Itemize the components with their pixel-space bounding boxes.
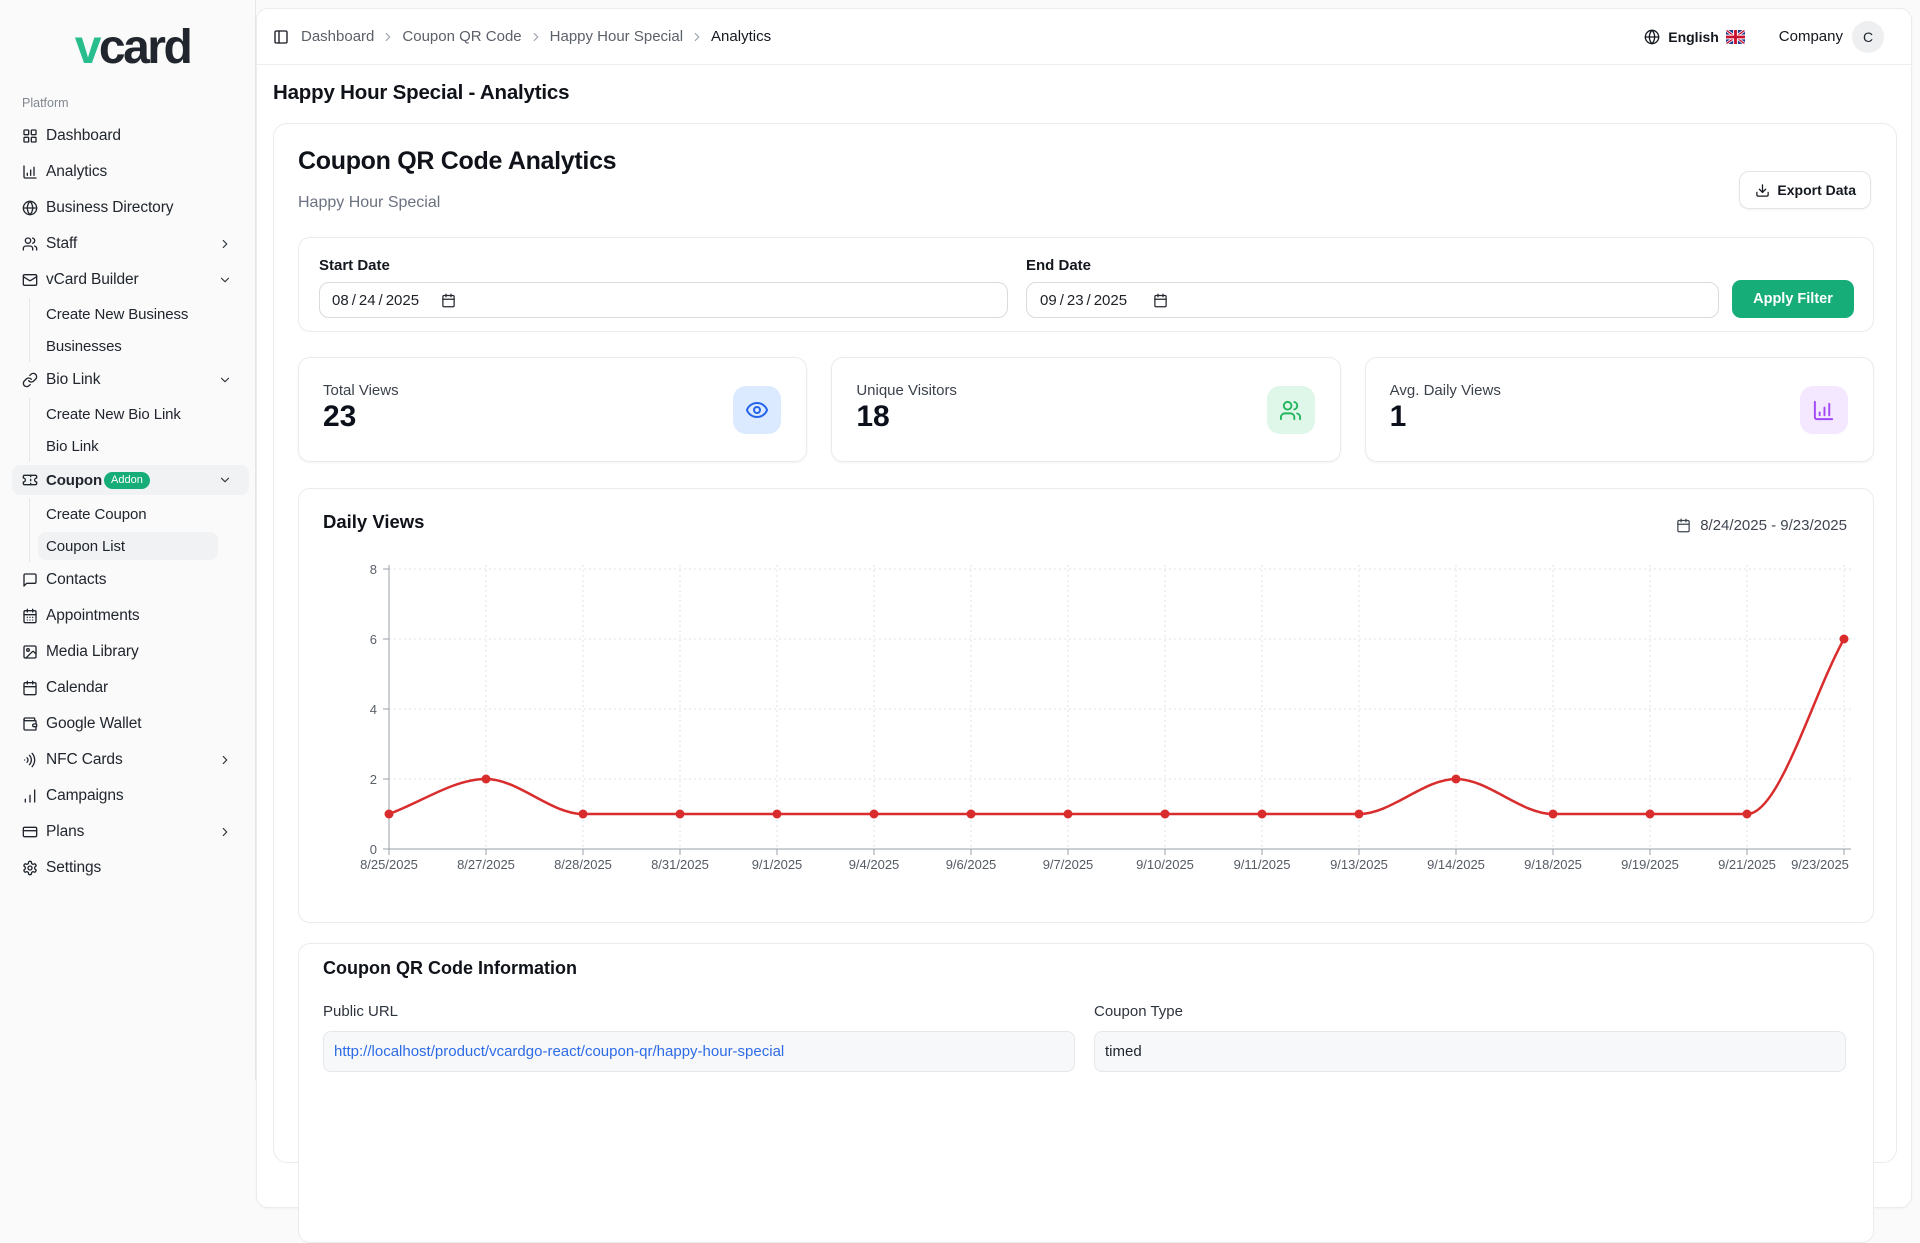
- svg-text:9/11/2025: 9/11/2025: [1234, 857, 1291, 872]
- svg-text:8/25/2025: 8/25/2025: [360, 857, 418, 872]
- svg-text:8/31/2025: 8/31/2025: [651, 857, 709, 872]
- svg-text:9/10/2025: 9/10/2025: [1136, 857, 1194, 872]
- svg-text:0: 0: [370, 842, 377, 857]
- svg-text:9/21/2025: 9/21/2025: [1718, 857, 1776, 872]
- svg-text:9/7/2025: 9/7/2025: [1043, 857, 1094, 872]
- svg-text:9/13/2025: 9/13/2025: [1330, 857, 1388, 872]
- svg-text:6: 6: [370, 632, 377, 647]
- svg-text:2: 2: [370, 772, 377, 787]
- svg-text:8: 8: [370, 562, 377, 577]
- svg-text:9/14/2025: 9/14/2025: [1427, 857, 1485, 872]
- svg-text:9/4/2025: 9/4/2025: [849, 857, 900, 872]
- svg-text:8/28/2025: 8/28/2025: [554, 857, 612, 872]
- svg-text:9/23/2025: 9/23/2025: [1791, 857, 1849, 872]
- svg-text:9/19/2025: 9/19/2025: [1621, 857, 1679, 872]
- svg-text:4: 4: [370, 702, 377, 717]
- svg-text:8/27/2025: 8/27/2025: [457, 857, 515, 872]
- svg-text:9/18/2025: 9/18/2025: [1524, 857, 1582, 872]
- svg-text:9/1/2025: 9/1/2025: [752, 857, 803, 872]
- svg-text:9/6/2025: 9/6/2025: [946, 857, 997, 872]
